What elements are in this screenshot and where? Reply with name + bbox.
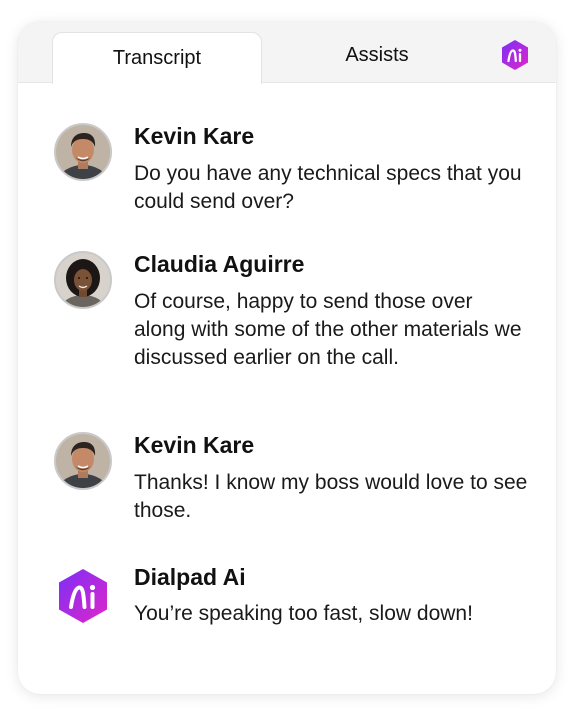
message-text: Of course, happy to send those over alon… — [134, 290, 522, 369]
list-item: Claudia Aguirre Of course, happy to send… — [54, 251, 534, 401]
avatar — [54, 251, 112, 309]
dialpad-ai-icon — [54, 567, 112, 625]
avatar — [54, 123, 112, 181]
avatar — [54, 432, 112, 490]
dialpad-ai-icon[interactable] — [499, 39, 531, 71]
list-item: Kevin Kare Thanks! I know my boss would … — [54, 432, 534, 532]
tab-bar: Transcript Assists — [18, 22, 556, 84]
speaker-name: Kevin Kare — [134, 432, 255, 458]
tab-transcript[interactable]: Transcript — [52, 32, 262, 84]
tab-transcript-label: Transcript — [112, 47, 202, 69]
list-item: Kevin Kare Do you have any technical spe… — [54, 123, 534, 223]
message-text: You’re speaking too fast, slow down! — [134, 602, 473, 625]
transcript-card: Transcript Assists Kevin Kare Do you hav… — [18, 22, 556, 694]
transcript-list: Kevin Kare Do you have any technical spe… — [18, 83, 556, 694]
speaker-name: Dialpad Ai — [134, 564, 246, 590]
tab-assists-label: Assists — [345, 43, 409, 66]
message-text: Thanks! I know my boss would love to see… — [134, 471, 528, 522]
list-item: Dialpad Ai You’re speaking too fast, slo… — [54, 564, 534, 647]
speaker-name: Kevin Kare — [134, 123, 255, 149]
message-text: Do you have any technical specs that you… — [134, 162, 522, 213]
tab-assists[interactable]: Assists — [272, 30, 482, 80]
speaker-name: Claudia Aguirre — [134, 251, 305, 277]
